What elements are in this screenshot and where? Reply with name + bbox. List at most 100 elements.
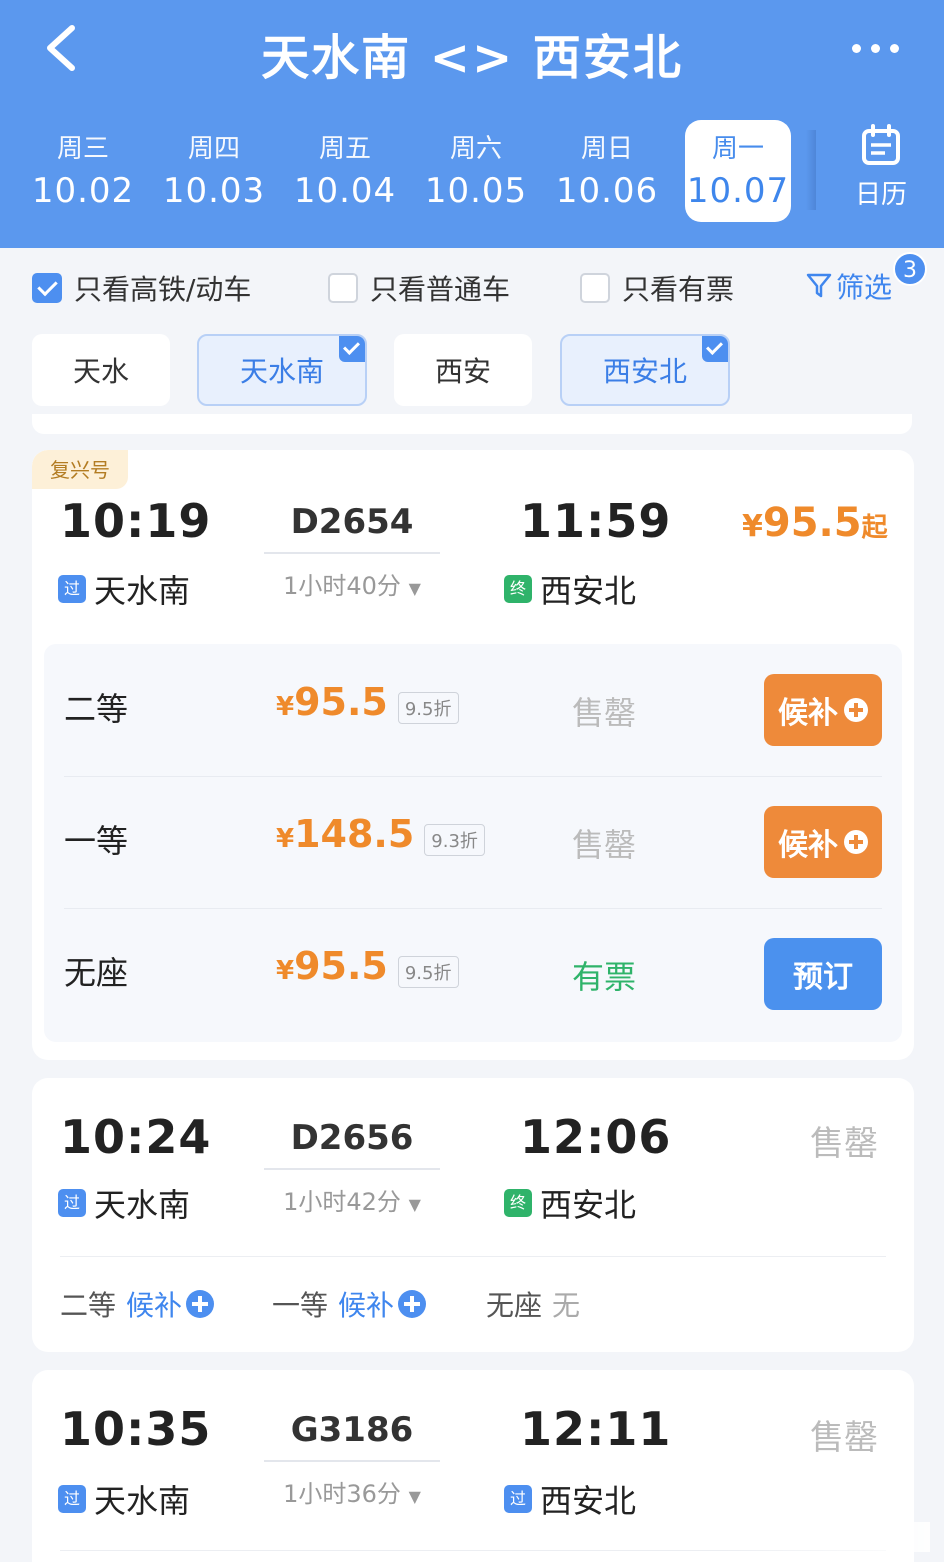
book-button[interactable]: 预订 bbox=[764, 938, 882, 1010]
date-tab-date: 10.02 bbox=[31, 171, 135, 211]
discount-badge: 9.5折 bbox=[397, 956, 459, 988]
seat-summary[interactable]: 一等 候补 bbox=[272, 1284, 427, 1324]
train-card[interactable]: 10:24 过 天水南 D2656 1小时42分 ▼ 12:06 终 西安北 售… bbox=[32, 1078, 914, 1352]
seat-price: ¥95.5 9.5折 bbox=[276, 944, 459, 988]
seat-status: 有票 bbox=[572, 958, 637, 996]
seat-row: 二等 ¥95.5 9.5折 售罄 候补 bbox=[44, 644, 902, 774]
filter-normal-train[interactable]: 只看普通车 bbox=[328, 268, 510, 308]
caret-down-icon: ▼ bbox=[408, 1195, 421, 1214]
train-type-tag: 复兴号 bbox=[32, 450, 128, 489]
station-chip-label: 天水 bbox=[72, 355, 129, 388]
filter-funnel-icon bbox=[806, 273, 832, 298]
seat-price-amount: 95.5 bbox=[294, 944, 388, 988]
date-tab-date: 10.05 bbox=[424, 171, 528, 211]
waitlist-label: 候补 bbox=[778, 696, 838, 731]
departure-station: 过 天水南 bbox=[58, 1180, 190, 1226]
waitlist-button[interactable]: 候补 bbox=[764, 674, 882, 746]
filter-available[interactable]: 只看有票 bbox=[580, 268, 734, 308]
more-dots-icon bbox=[852, 44, 861, 53]
arrival-time: 12:11 bbox=[520, 1402, 672, 1456]
date-tab-date: 10.06 bbox=[555, 171, 659, 211]
seat-class: 无座 bbox=[486, 1289, 543, 1322]
route-line bbox=[264, 1168, 440, 1170]
date-tab-date: 10.04 bbox=[293, 171, 397, 211]
filter-label: 只看有票 bbox=[622, 273, 735, 306]
caret-down-icon: ▼ bbox=[408, 579, 421, 598]
departure-time: 10:19 bbox=[60, 494, 212, 548]
date-tab[interactable]: 周三 10.02 bbox=[24, 120, 142, 222]
date-tab[interactable]: 周日 10.06 bbox=[548, 120, 666, 222]
train-number: G3186 bbox=[290, 1410, 414, 1450]
pass-marker: 过 bbox=[58, 1189, 86, 1217]
seat-class: 无座 bbox=[64, 954, 129, 992]
back-button[interactable] bbox=[38, 22, 88, 74]
plus-circle-icon bbox=[398, 1290, 427, 1318]
currency-symbol: ¥ bbox=[742, 509, 763, 544]
pass-marker: 过 bbox=[58, 575, 86, 603]
sold-out-label: 售罄 bbox=[810, 1418, 878, 1458]
more-button[interactable] bbox=[848, 36, 904, 60]
arrival-station-name: 西安北 bbox=[540, 572, 637, 610]
chevron-left-icon bbox=[47, 25, 75, 71]
duration[interactable]: 1小时40分 ▼ bbox=[264, 566, 440, 601]
date-tab[interactable]: 周五 10.04 bbox=[286, 120, 404, 222]
top-bar: 天水南 <> 西安北 周三 10.02 周四 10.03 周五 10.04 周六… bbox=[0, 0, 944, 248]
station-chip[interactable]: 西安 bbox=[394, 334, 532, 406]
date-tab[interactable]: 周六 10.05 bbox=[417, 120, 535, 222]
waitlist-button[interactable]: 候补 bbox=[764, 806, 882, 878]
currency-symbol: ¥ bbox=[276, 692, 295, 722]
pass-marker: 过 bbox=[504, 1485, 532, 1513]
arrival-station-name: 西安北 bbox=[540, 1186, 637, 1224]
seat-class: 二等 bbox=[60, 1289, 117, 1322]
duration-text: 1小时42分 bbox=[283, 1188, 401, 1216]
check-icon bbox=[702, 336, 728, 362]
departure-station-name: 天水南 bbox=[94, 1482, 191, 1520]
calendar-button[interactable]: 日历 bbox=[836, 124, 926, 220]
currency-symbol: ¥ bbox=[276, 956, 295, 986]
date-tab-weekday: 周日 bbox=[580, 134, 633, 164]
station-chip-selected[interactable]: 西安北 bbox=[560, 334, 730, 406]
previous-card-edge bbox=[32, 414, 912, 434]
departure-time: 10:24 bbox=[60, 1110, 212, 1164]
duration[interactable]: 1小时36分 ▼ bbox=[264, 1474, 440, 1509]
seat-summary[interactable]: 二等 候补 bbox=[60, 1284, 215, 1324]
filter-label: 只看普通车 bbox=[370, 273, 511, 306]
station-chip-selected[interactable]: 天水南 bbox=[197, 334, 367, 406]
discount-badge: 9.3折 bbox=[424, 824, 485, 856]
watermark-fade bbox=[720, 1522, 930, 1552]
seat-price-amount: 95.5 bbox=[294, 680, 388, 724]
route-line bbox=[264, 552, 440, 554]
date-tab[interactable]: 周四 10.03 bbox=[155, 120, 273, 222]
checkbox-icon bbox=[580, 273, 610, 303]
date-tab-weekday: 周一 bbox=[711, 134, 764, 164]
arrival-station-name: 西安北 bbox=[540, 1482, 637, 1520]
date-tab-weekday: 周四 bbox=[187, 134, 240, 164]
duration[interactable]: 1小时42分 ▼ bbox=[264, 1182, 440, 1217]
checkbox-icon bbox=[328, 273, 358, 303]
screen-button[interactable]: 筛选 bbox=[806, 258, 892, 314]
price-amount: 95.5 bbox=[762, 500, 862, 546]
book-label: 预订 bbox=[793, 960, 853, 995]
calendar-label: 日历 bbox=[854, 180, 907, 210]
departure-station-name: 天水南 bbox=[94, 1186, 191, 1224]
filter-bar: 只看高铁/动车 只看普通车 只看有票 bbox=[0, 258, 944, 314]
date-tab-weekday: 周五 bbox=[318, 134, 371, 164]
route-line bbox=[264, 1460, 440, 1462]
price-suffix: 起 bbox=[861, 513, 888, 543]
arrival-station: 终 西安北 bbox=[504, 566, 636, 612]
seat-status: 售罄 bbox=[572, 694, 637, 732]
departure-time: 10:35 bbox=[60, 1402, 212, 1456]
pass-marker: 过 bbox=[58, 1485, 86, 1513]
station-chip[interactable]: 天水 bbox=[32, 334, 170, 406]
station-chip-label: 天水南 bbox=[239, 355, 324, 388]
currency-symbol: ¥ bbox=[276, 824, 295, 854]
date-tab-selected[interactable]: 周一 10.07 bbox=[685, 120, 791, 222]
divider bbox=[60, 1256, 886, 1257]
train-card[interactable]: 复兴号 10:19 过 天水南 D2654 1小时40分 ▼ 11:59 终 西… bbox=[32, 450, 914, 1060]
seat-class: 二等 bbox=[64, 690, 129, 728]
filter-high-speed[interactable]: 只看高铁/动车 bbox=[32, 268, 251, 308]
arrival-station: 终 西安北 bbox=[504, 1180, 636, 1226]
departure-station: 过 天水南 bbox=[58, 1476, 190, 1522]
seat-class: 一等 bbox=[64, 822, 129, 860]
train-number: D2656 bbox=[290, 1118, 414, 1158]
